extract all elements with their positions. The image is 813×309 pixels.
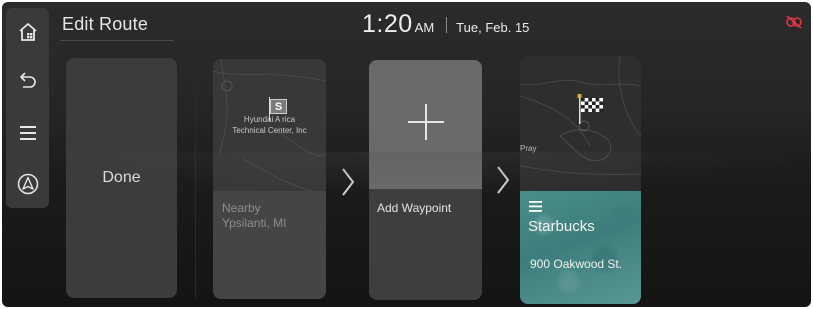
destination-address: 900 Oakwood St. <box>530 257 623 271</box>
start-flag-icon: S <box>269 97 289 121</box>
title-underline <box>60 40 174 41</box>
home-icon <box>17 21 39 43</box>
home-button[interactable] <box>6 15 49 49</box>
navigation-icon <box>16 172 40 196</box>
screen: Edit Route 1:20 AM Tue, Feb. 15 Done Hyu <box>2 2 811 307</box>
destination-info: Starbucks 900 Oakwood St. <box>520 191 641 304</box>
done-label: Done <box>102 169 141 186</box>
destination-map-label: Pray <box>520 144 537 153</box>
back-icon <box>17 69 39 91</box>
destination-map-thumbnail: Pray <box>520 56 641 191</box>
start-nearby-line1: Nearby <box>222 201 261 215</box>
plus-icon <box>406 102 446 147</box>
chevron-right-icon <box>340 167 356 202</box>
start-point-card[interactable]: Hyundai A rica Technical Center, Inc S N… <box>213 59 326 299</box>
menu-icon[interactable] <box>529 200 543 218</box>
clock-time: 1:20 <box>362 10 413 38</box>
back-button[interactable] <box>6 63 49 97</box>
clock-ampm: AM <box>414 20 435 35</box>
navigation-button[interactable] <box>6 167 49 201</box>
start-map-thumbnail: Hyundai A rica Technical Center, Inc S <box>213 59 326 191</box>
start-nearby-text: Nearby Ypsilanti, MI <box>222 201 286 231</box>
destination-flag-icon <box>577 94 605 129</box>
add-waypoint-area <box>369 60 482 189</box>
add-waypoint-button[interactable]: Add Waypoint <box>369 60 482 300</box>
nav-rail <box>6 8 49 208</box>
add-waypoint-label: Add Waypoint <box>377 201 452 215</box>
clock-date: Tue, Feb. 15 <box>456 20 530 35</box>
menu-icon <box>17 122 39 144</box>
destination-name: Starbucks <box>528 218 595 235</box>
menu-button[interactable] <box>6 116 49 150</box>
chevron-right-icon <box>495 165 511 200</box>
clock: 1:20 AM Tue, Feb. 15 <box>362 10 529 39</box>
destination-card[interactable]: Pray Starbucks 900 Oakwood St. <box>520 56 641 304</box>
divider <box>195 58 196 298</box>
start-info: Nearby Ypsilanti, MI <box>213 191 326 299</box>
start-nearby-line2: Ypsilanti, MI <box>222 216 287 230</box>
start-map-label-2: Technical Center, Inc <box>232 126 307 135</box>
done-button[interactable]: Done <box>66 58 177 298</box>
clock-separator <box>446 16 448 33</box>
start-marker-letter: S <box>274 100 283 113</box>
connection-off-icon <box>785 15 803 34</box>
page-title: Edit Route <box>62 14 149 34</box>
